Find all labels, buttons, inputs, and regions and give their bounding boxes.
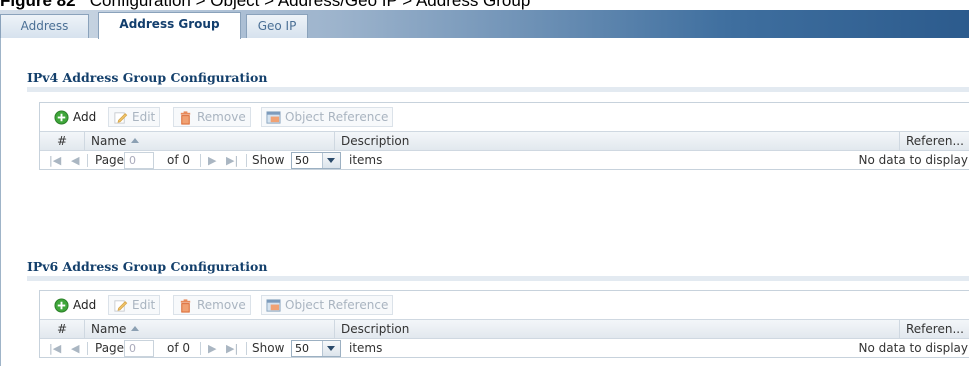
edit-icon bbox=[114, 111, 128, 124]
pager-separator bbox=[87, 154, 88, 167]
ipv6-pager: |◀ ◀ Page 0 of 0 ▶ ▶| Show 50 items No d… bbox=[40, 339, 969, 358]
ipv4-address-group-grid: Add Edit Remove Object Reference # Name … bbox=[39, 102, 969, 170]
tab-bar: Address Address Group Geo IP bbox=[0, 10, 969, 39]
add-circle-icon bbox=[54, 109, 69, 125]
pager-separator bbox=[200, 154, 201, 167]
figure-caption: Figure 82 Configuration > Object > Addre… bbox=[0, 0, 969, 10]
ipv4-edit-label: Edit bbox=[132, 110, 156, 124]
ipv4-show-label: Show bbox=[252, 153, 285, 167]
ipv4-section-title: IPv4 Address Group Configuration bbox=[27, 70, 268, 85]
ipv6-page-label: Page bbox=[95, 341, 125, 355]
next-page-icon[interactable]: ▶ bbox=[208, 151, 216, 170]
ipv6-address-group-grid: Add Edit Remove Object Reference # Name … bbox=[39, 290, 969, 358]
ipv4-remove-button[interactable]: Remove bbox=[173, 107, 251, 127]
prev-page-icon[interactable]: ◀ bbox=[71, 339, 79, 358]
figure-caption-text: Configuration > Object > Address/Geo IP … bbox=[89, 0, 531, 10]
ipv4-remove-label: Remove bbox=[197, 110, 246, 124]
object-reference-icon bbox=[266, 110, 281, 124]
ipv6-section-title: IPv6 Address Group Configuration bbox=[27, 259, 268, 274]
ipv6-page-total: of 0 bbox=[167, 341, 191, 355]
ipv6-page-input[interactable]: 0 bbox=[124, 340, 154, 357]
ipv6-page-size-value: 50 bbox=[295, 342, 309, 355]
tab-geo-ip[interactable]: Geo IP bbox=[246, 14, 308, 38]
figure-label: Figure 82 bbox=[0, 0, 76, 10]
ipv6-add-label: Add bbox=[73, 298, 97, 312]
ipv4-empty-message: No data to display bbox=[858, 153, 968, 167]
chevron-down-icon bbox=[322, 341, 340, 356]
ipv6-remove-label: Remove bbox=[197, 298, 246, 312]
ipv4-object-reference-button[interactable]: Object Reference bbox=[261, 107, 394, 127]
sort-ascending-icon bbox=[131, 138, 140, 143]
ipv4-add-button[interactable]: Add bbox=[50, 107, 100, 127]
ipv6-edit-button[interactable]: Edit bbox=[108, 295, 161, 315]
ipv4-page-label: Page bbox=[95, 153, 125, 167]
ipv4-items-label: items bbox=[349, 153, 383, 167]
chevron-down-icon bbox=[322, 153, 340, 168]
first-page-icon[interactable]: |◀ bbox=[49, 339, 61, 358]
ipv4-col-description[interactable]: Description bbox=[335, 132, 900, 150]
ipv6-empty-message: No data to display bbox=[858, 341, 968, 355]
tab-address[interactable]: Address bbox=[0, 14, 89, 38]
tab-address-group[interactable]: Address Group bbox=[98, 12, 241, 39]
add-circle-icon bbox=[54, 297, 69, 313]
ipv4-col-name[interactable]: Name bbox=[85, 132, 335, 150]
ipv6-column-header: # Name Description Referen... bbox=[40, 319, 969, 339]
ipv6-object-reference-button[interactable]: Object Reference bbox=[261, 295, 394, 315]
ipv4-col-name-label: Name bbox=[91, 134, 127, 148]
ipv4-page-input[interactable]: 0 bbox=[124, 152, 154, 169]
ipv4-page-size-select[interactable]: 50 bbox=[291, 152, 341, 169]
trash-icon bbox=[180, 110, 191, 125]
first-page-icon[interactable]: |◀ bbox=[49, 151, 61, 170]
pager-separator bbox=[87, 342, 88, 355]
sort-ascending-icon bbox=[131, 326, 140, 331]
ipv4-col-reference[interactable]: Referen... bbox=[900, 132, 969, 150]
ipv6-col-name[interactable]: Name bbox=[85, 320, 335, 338]
ipv6-remove-button[interactable]: Remove bbox=[173, 295, 251, 315]
ipv6-col-number[interactable]: # bbox=[40, 320, 85, 338]
ipv4-edit-button[interactable]: Edit bbox=[108, 107, 161, 127]
last-page-icon[interactable]: ▶| bbox=[226, 339, 238, 358]
ipv4-pager: |◀ ◀ Page 0 of 0 ▶ ▶| Show 50 items No d… bbox=[40, 151, 969, 170]
pager-separator bbox=[246, 154, 247, 167]
pager-separator bbox=[246, 342, 247, 355]
prev-page-icon[interactable]: ◀ bbox=[71, 151, 79, 170]
ipv6-section-divider bbox=[27, 276, 969, 281]
last-page-icon[interactable]: ▶| bbox=[226, 151, 238, 170]
content-panel: IPv4 Address Group Configuration Add Edi… bbox=[0, 38, 969, 366]
ipv6-page-size-select[interactable]: 50 bbox=[291, 340, 341, 357]
ipv6-toolbar: Add Edit Remove Object Reference bbox=[40, 291, 969, 319]
trash-icon bbox=[180, 298, 191, 313]
edit-icon bbox=[114, 299, 128, 312]
ipv4-toolbar: Add Edit Remove Object Reference bbox=[40, 103, 969, 131]
ipv4-object-reference-label: Object Reference bbox=[285, 110, 389, 124]
ipv6-col-name-label: Name bbox=[91, 322, 127, 336]
pager-separator bbox=[200, 342, 201, 355]
ipv4-col-number[interactable]: # bbox=[40, 132, 85, 150]
ipv6-items-label: items bbox=[349, 341, 383, 355]
ipv6-edit-label: Edit bbox=[132, 298, 156, 312]
object-reference-icon bbox=[266, 298, 281, 312]
ipv4-page-size-value: 50 bbox=[295, 154, 309, 167]
ipv6-add-button[interactable]: Add bbox=[50, 295, 100, 315]
ipv4-column-header: # Name Description Referen... bbox=[40, 131, 969, 151]
ipv6-show-label: Show bbox=[252, 341, 285, 355]
ipv6-object-reference-label: Object Reference bbox=[285, 298, 389, 312]
ipv6-col-description[interactable]: Description bbox=[335, 320, 900, 338]
ipv4-section-divider bbox=[27, 87, 969, 92]
ipv4-add-label: Add bbox=[73, 110, 97, 124]
ipv4-page-total: of 0 bbox=[167, 153, 191, 167]
next-page-icon[interactable]: ▶ bbox=[208, 339, 216, 358]
ipv6-col-reference[interactable]: Referen... bbox=[900, 320, 969, 338]
